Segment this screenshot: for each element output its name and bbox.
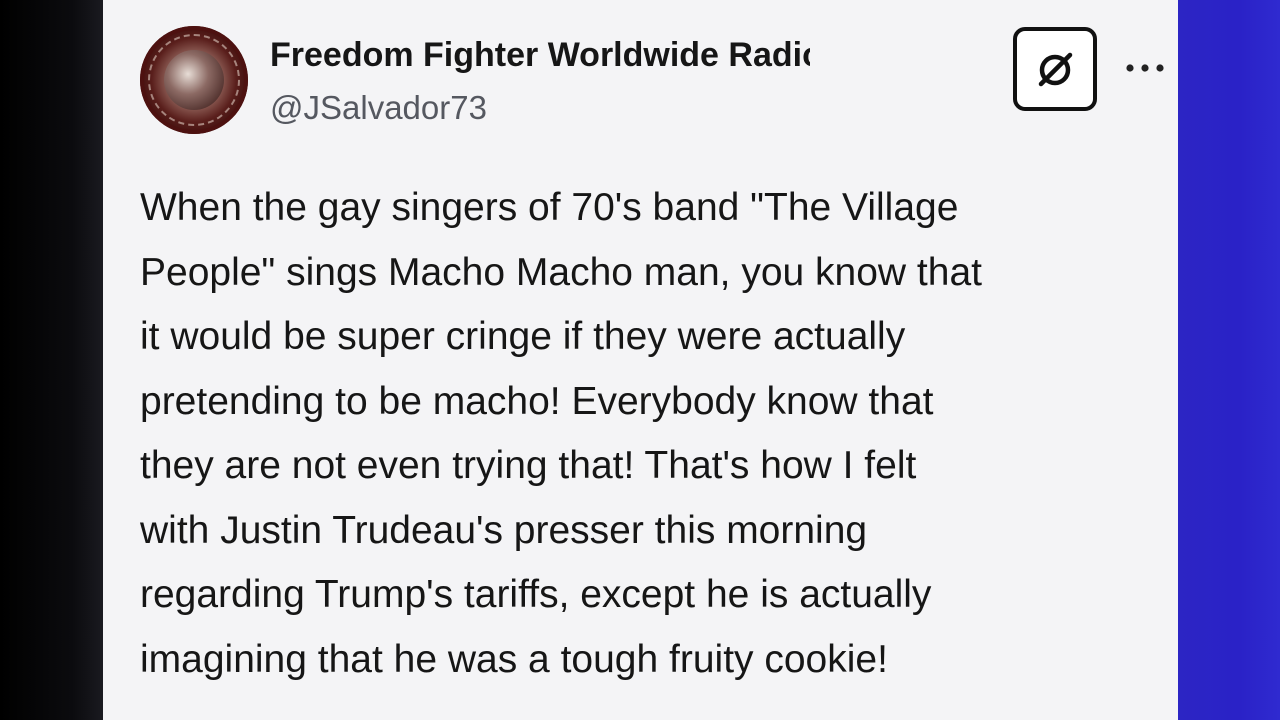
left-black-edge [0, 0, 103, 720]
post-body-line: imagining that he was a tough fruity coo… [140, 637, 888, 681]
avatar-image [164, 50, 224, 110]
video-frame: Freedom Fighter Worldwide Radio ... @JSa… [0, 0, 1280, 720]
post-body-line: it would be super cringe if they were ac… [140, 315, 906, 358]
more-options-icon [1124, 59, 1166, 78]
right-blue-band [1178, 0, 1280, 720]
post-card: Freedom Fighter Worldwide Radio ... @JSa… [103, 0, 1178, 720]
post-body-line: People" sings Macho Macho man, you know … [140, 250, 982, 294]
post-body-line: they are not even trying that! That's ho… [140, 444, 917, 487]
post-body-line: with Justin Trudeau's presser this morni… [140, 508, 868, 552]
post-body: When the gay singers of 70's band "The V… [140, 176, 1170, 692]
post-body-line: When the gay singers of 70's band "The V… [140, 186, 959, 229]
author-avatar[interactable] [140, 26, 248, 134]
post-body-line: regarding Trump's tariffs, except he is … [140, 573, 932, 616]
more-options-button[interactable] [1121, 48, 1169, 88]
post-body-line: pretending to be macho! Everybody know t… [140, 379, 934, 423]
grok-button[interactable] [1013, 27, 1097, 111]
grok-icon [1029, 43, 1081, 95]
author-handle[interactable]: @JSalvador73 [270, 86, 487, 130]
author-display-name[interactable]: Freedom Fighter Worldwide Radio ... [270, 33, 810, 77]
